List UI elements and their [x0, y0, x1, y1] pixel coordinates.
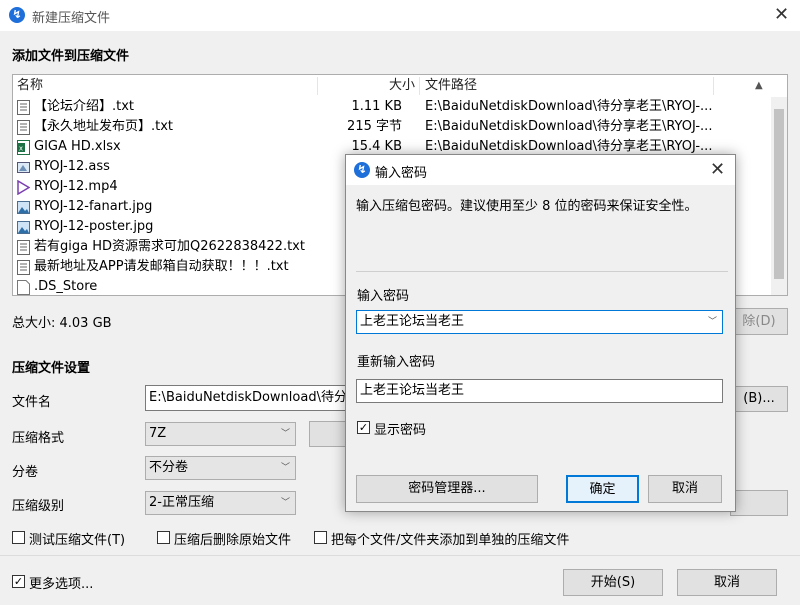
column-header-size[interactable]: 大小 [389, 75, 415, 96]
start-button[interactable]: 开始(S) [563, 569, 663, 596]
column-header-name[interactable]: 名称 [17, 75, 43, 96]
confirm-password-input[interactable]: 上老王论坛当老王 [356, 379, 723, 403]
image-file-icon [17, 221, 30, 234]
file-path: E:\BaiduNetdiskDownload\待分享老王\RYOJ-... [425, 119, 713, 134]
password-manager-button[interactable]: 密码管理器... [356, 475, 538, 503]
format-label: 压缩格式 [12, 431, 65, 446]
level-value: 2-正常压缩 [149, 495, 214, 510]
level-options-button[interactable] [730, 490, 788, 516]
browse-button[interactable]: (B)... [730, 386, 788, 412]
text-file-icon [17, 260, 30, 275]
dialog-divider [356, 271, 728, 272]
scroll-up-icon[interactable]: ▲ [755, 75, 763, 96]
app-logo-icon: ↯ [9, 7, 25, 23]
more-options-label[interactable]: 更多选项... [29, 573, 93, 592]
text-file-icon [17, 120, 30, 135]
level-label: 压缩级别 [12, 499, 65, 514]
file-name: GIGA HD.xlsx [34, 139, 121, 154]
split-select[interactable]: 不分卷 ﹀ [145, 456, 296, 480]
svg-text:x: x [19, 145, 23, 153]
subtitle-file-icon [17, 162, 30, 173]
password-label: 输入密码 [357, 289, 410, 304]
delete-original-label[interactable]: 压缩后删除原始文件 [174, 529, 291, 548]
file-name: 最新地址及APP请发邮箱自动获取！！！.txt [34, 259, 289, 274]
format-options-button[interactable] [309, 421, 349, 447]
test-archive-checkbox[interactable] [12, 531, 25, 544]
dialog-cancel-button[interactable]: 取消 [648, 475, 722, 503]
scrollbar-thumb[interactable] [774, 109, 784, 279]
show-password-label[interactable]: 显示密码 [374, 419, 426, 438]
file-name: RYOJ-12.mp4 [34, 179, 118, 194]
separate-archives-label[interactable]: 把每个文件/文件夹添加到单独的压缩文件 [331, 529, 569, 548]
list-item[interactable]: 【永久地址发布页】.txt 215 字节 E:\BaiduNetdiskDown… [13, 117, 771, 137]
dialog-app-icon: ↯ [354, 162, 370, 178]
chevron-down-icon: ﹀ [280, 463, 290, 473]
separate-archives-checkbox[interactable] [314, 531, 327, 544]
main-cancel-button[interactable]: 取消 [677, 569, 777, 596]
dialog-info: 输入压缩包密码。建议使用至少 8 位的密码来保证安全性。 [356, 199, 698, 214]
split-value: 不分卷 [149, 460, 189, 475]
filename-input[interactable]: E:\BaiduNetdiskDownload\待分享 [145, 385, 355, 411]
divider [0, 555, 800, 556]
format-value: 7Z [149, 426, 167, 441]
ok-button[interactable]: 确定 [566, 475, 639, 503]
password-input[interactable]: 上老王论坛当老王 ﹀ [356, 310, 723, 334]
delete-original-checkbox[interactable] [157, 531, 170, 544]
list-scrollbar[interactable] [771, 97, 787, 295]
window-titlebar: ↯ 新建压缩文件 ✕ [0, 0, 800, 31]
level-select[interactable]: 2-正常压缩 ﹀ [145, 491, 296, 515]
password-dialog: ↯ 输入密码 ✕ 输入压缩包密码。建议使用至少 8 位的密码来保证安全性。 输入… [345, 154, 736, 512]
dialog-title: 输入密码 [375, 166, 428, 181]
file-name: 【论坛介绍】.txt [34, 99, 135, 114]
section-add-title: 添加文件到压缩文件 [12, 49, 130, 64]
file-size: 1.11 KB [351, 99, 402, 114]
password-value: 上老王论坛当老王 [360, 314, 465, 329]
file-path: E:\BaiduNetdiskDownload\待分享老王\RYOJ-... [425, 99, 713, 114]
image-file-icon [17, 201, 30, 214]
file-name: 【永久地址发布页】.txt [34, 119, 174, 134]
window-title: 新建压缩文件 [32, 11, 111, 26]
test-archive-label[interactable]: 测试压缩文件(T) [29, 529, 125, 548]
chevron-down-icon[interactable]: ﹀ [708, 311, 717, 333]
total-size: 总大小: 4.03 GB [12, 316, 112, 331]
blank-file-icon [17, 280, 30, 295]
split-label: 分卷 [12, 465, 39, 480]
confirm-password-label: 重新输入密码 [357, 355, 436, 370]
file-name: RYOJ-12-fanart.jpg [34, 199, 153, 214]
file-name: .DS_Store [34, 279, 98, 294]
file-name: RYOJ-12-poster.jpg [34, 219, 154, 234]
file-name: 若有giga HD资源需求可加Q2622838422.txt [34, 239, 305, 254]
file-name: RYOJ-12.ass [34, 159, 110, 174]
section-settings-title: 压缩文件设置 [12, 361, 91, 376]
text-file-icon [17, 240, 30, 255]
text-file-icon [17, 100, 30, 115]
show-password-checkbox[interactable]: ✓ [357, 421, 370, 434]
file-size: 215 字节 [347, 119, 402, 134]
chevron-down-icon: ﹀ [280, 429, 290, 439]
column-header-path[interactable]: 文件路径 [425, 75, 477, 96]
list-item[interactable]: 【论坛介绍】.txt 1.11 KB E:\BaiduNetdiskDownlo… [13, 97, 771, 117]
chevron-down-icon: ﹀ [280, 498, 290, 508]
more-options-checkbox[interactable]: ✓ [12, 575, 25, 588]
dialog-close-icon[interactable]: ✕ [710, 161, 725, 179]
window-close-icon[interactable]: ✕ [774, 6, 789, 24]
excel-file-icon: x [17, 140, 30, 155]
video-file-icon [17, 180, 30, 195]
format-select[interactable]: 7Z ﹀ [145, 422, 296, 446]
delete-button[interactable]: 除(D) [730, 308, 788, 335]
filename-label: 文件名 [12, 395, 52, 410]
dialog-titlebar: ↯ 输入密码 ✕ [346, 155, 735, 185]
